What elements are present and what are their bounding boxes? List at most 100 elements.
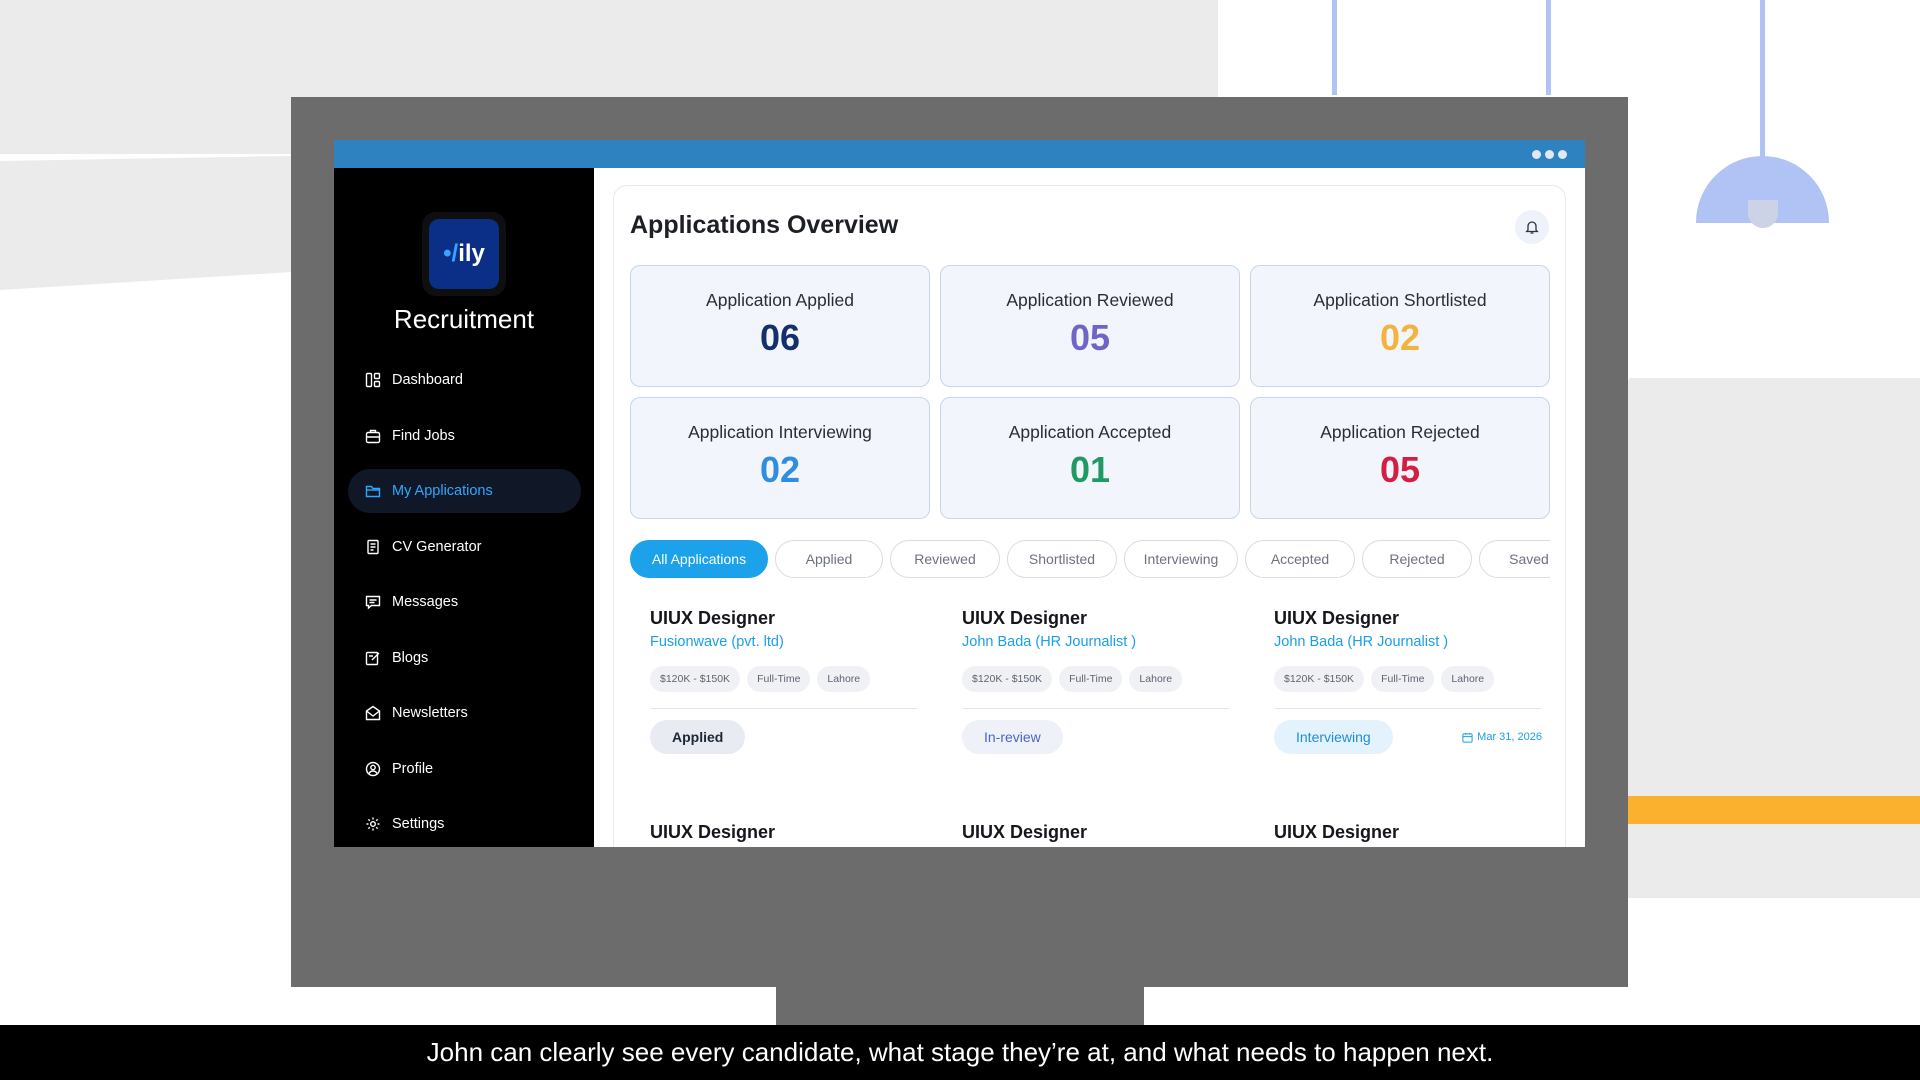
sidebar-item-find-jobs[interactable]: Find Jobs — [348, 414, 581, 458]
caption-text: John can clearly see every candidate, wh… — [426, 1037, 1494, 1067]
app-name: Recruitment — [393, 304, 535, 334]
company-link[interactable]: John Bada (HR Journalist ) — [962, 634, 1230, 650]
stat-card-accepted[interactable]: Application Accepted 01 — [940, 397, 1240, 519]
stat-value: 05 — [1379, 449, 1421, 490]
filter-rejected[interactable]: Rejected — [1362, 540, 1472, 578]
filter-reviewed[interactable]: Reviewed — [890, 540, 1000, 578]
stats-grid: Application Applied 06 Application Revie… — [630, 265, 1550, 519]
main-panel: Applications Overview Application Applie… — [613, 185, 1566, 847]
sidebar-item-label: Profile — [392, 760, 434, 777]
sidebar-nav: Dashboard Find Jobs My Applications CV G… — [348, 358, 581, 847]
app-window: •/ily Recruitment Dashboard Find Jobs My… — [334, 140, 1585, 847]
location-tag: Lahore — [817, 666, 871, 692]
sidebar-item-settings[interactable]: Settings — [348, 802, 581, 846]
job-type-tag: Full-Time — [747, 666, 811, 692]
filter-accepted[interactable]: Accepted — [1245, 540, 1355, 578]
status-badge: In-review — [962, 720, 1063, 754]
stat-label: Application Applied — [706, 290, 854, 310]
application-card[interactable]: UIUX Designer John Bada (HR Journalist )… — [1254, 604, 1554, 784]
sidebar-item-cv-generator[interactable]: CV Generator — [348, 525, 581, 569]
sidebar-item-dashboard[interactable]: Dashboard — [348, 358, 581, 402]
stat-value: 05 — [1069, 317, 1111, 358]
sidebar-item-my-applications[interactable]: My Applications — [348, 469, 581, 513]
job-title: UIUX Designer — [1274, 822, 1400, 842]
sidebar-item-profile[interactable]: Profile — [348, 747, 581, 791]
mail-icon — [364, 704, 382, 722]
job-type-tag: Full-Time — [1059, 666, 1123, 692]
job-type-tag: Full-Time — [1371, 666, 1435, 692]
sidebar-item-label: Messages — [392, 594, 459, 610]
filter-shortlisted[interactable]: Shortlisted — [1007, 540, 1117, 578]
user-icon — [364, 760, 382, 778]
divider — [962, 708, 1230, 709]
filter-all-applications[interactable]: All Applications — [630, 540, 768, 578]
sidebar-item-newsletters[interactable]: Newsletters — [348, 691, 581, 735]
filter-applied[interactable]: Applied — [775, 540, 883, 578]
notification-bell-icon[interactable] — [1515, 210, 1549, 244]
divider — [1274, 708, 1542, 709]
job-title: UIUX Designer — [1274, 608, 1400, 628]
sidebar-item-label: My Applications — [392, 483, 493, 499]
gear-icon — [364, 815, 382, 833]
status-badge: Interviewing — [1274, 720, 1393, 754]
stat-value: 01 — [1069, 449, 1111, 490]
sidebar-item-label: Newsletters — [392, 705, 468, 721]
stat-card-reviewed[interactable]: Application Reviewed 05 — [940, 265, 1240, 387]
company-link[interactable]: Fusionwave (pvt. ltd) — [650, 634, 918, 650]
sidebar-item-label: Blogs — [392, 649, 429, 666]
stat-label: Application Interviewing — [688, 422, 872, 442]
salary-tag: $120K - $150K — [650, 666, 741, 692]
sidebar-item-label: CV Generator — [392, 538, 482, 555]
salary-tag: $120K - $150K — [1274, 666, 1365, 692]
stat-label: Application Accepted — [1008, 422, 1172, 442]
stat-card-applied[interactable]: Application Applied 06 — [630, 265, 930, 387]
divider — [650, 708, 918, 709]
job-title: UIUX Designer — [650, 822, 776, 842]
filter-tabs: All Applications Applied Reviewed Shortl… — [630, 540, 1550, 582]
stat-label: Application Shortlisted — [1313, 290, 1487, 310]
edit-icon — [364, 649, 382, 667]
chat-icon — [364, 593, 382, 611]
stat-card-interviewing[interactable]: Application Interviewing 02 — [630, 397, 930, 519]
interview-date-text: Mar 31, 2026 — [1477, 731, 1542, 743]
filter-saved[interactable]: Saved — [1479, 540, 1550, 578]
sidebar-item-label: Find Jobs — [392, 427, 455, 444]
lamp-bulb — [1748, 200, 1778, 228]
background-stripe — [1628, 796, 1920, 824]
monitor-stand — [776, 987, 1144, 1027]
page-title: Applications Overview — [630, 211, 899, 239]
lamp-cord — [1332, 0, 1337, 95]
interview-date: Mar 31, 2026 — [1462, 731, 1542, 743]
lamp-cord — [1760, 0, 1765, 160]
window-menu-icon[interactable] — [1532, 150, 1567, 159]
sidebar-item-label: Settings — [392, 816, 445, 832]
stat-card-shortlisted[interactable]: Application Shortlisted 02 — [1250, 265, 1550, 387]
stat-label: Application Rejected — [1320, 422, 1480, 442]
dashboard-icon — [364, 371, 382, 389]
sidebar-item-messages[interactable]: Messages — [348, 580, 581, 624]
calendar-icon — [1462, 732, 1473, 743]
job-title: UIUX Designer — [650, 608, 776, 628]
briefcase-icon — [364, 427, 382, 445]
filter-interviewing[interactable]: Interviewing — [1124, 540, 1238, 578]
sidebar-item-blogs[interactable]: Blogs — [348, 636, 581, 680]
application-cards-next-row: UIUX Designer UIUX Designer UIUX Designe… — [630, 822, 1550, 843]
stat-card-rejected[interactable]: Application Rejected 05 — [1250, 397, 1550, 519]
company-link[interactable]: John Bada (HR Journalist ) — [1274, 634, 1542, 650]
job-title: UIUX Designer — [962, 608, 1088, 628]
stat-value: 02 — [759, 449, 801, 490]
folder-icon — [364, 482, 382, 500]
document-icon — [364, 538, 382, 556]
job-title: UIUX Designer — [962, 822, 1088, 842]
window-titlebar — [334, 140, 1585, 168]
salary-tag: $120K - $150K — [962, 666, 1053, 692]
stat-label: Application Reviewed — [1006, 290, 1174, 310]
stat-value: 06 — [759, 317, 801, 358]
status-badge: Applied — [650, 720, 746, 754]
sidebar-item-label: Dashboard — [392, 372, 463, 388]
stat-value: 02 — [1379, 317, 1421, 358]
application-card[interactable]: UIUX Designer John Bada (HR Journalist )… — [942, 604, 1242, 784]
lamp-cord — [1546, 0, 1551, 95]
app-logo: •/ily — [422, 212, 506, 296]
application-card[interactable]: UIUX Designer Fusionwave (pvt. ltd) $120… — [630, 604, 930, 784]
